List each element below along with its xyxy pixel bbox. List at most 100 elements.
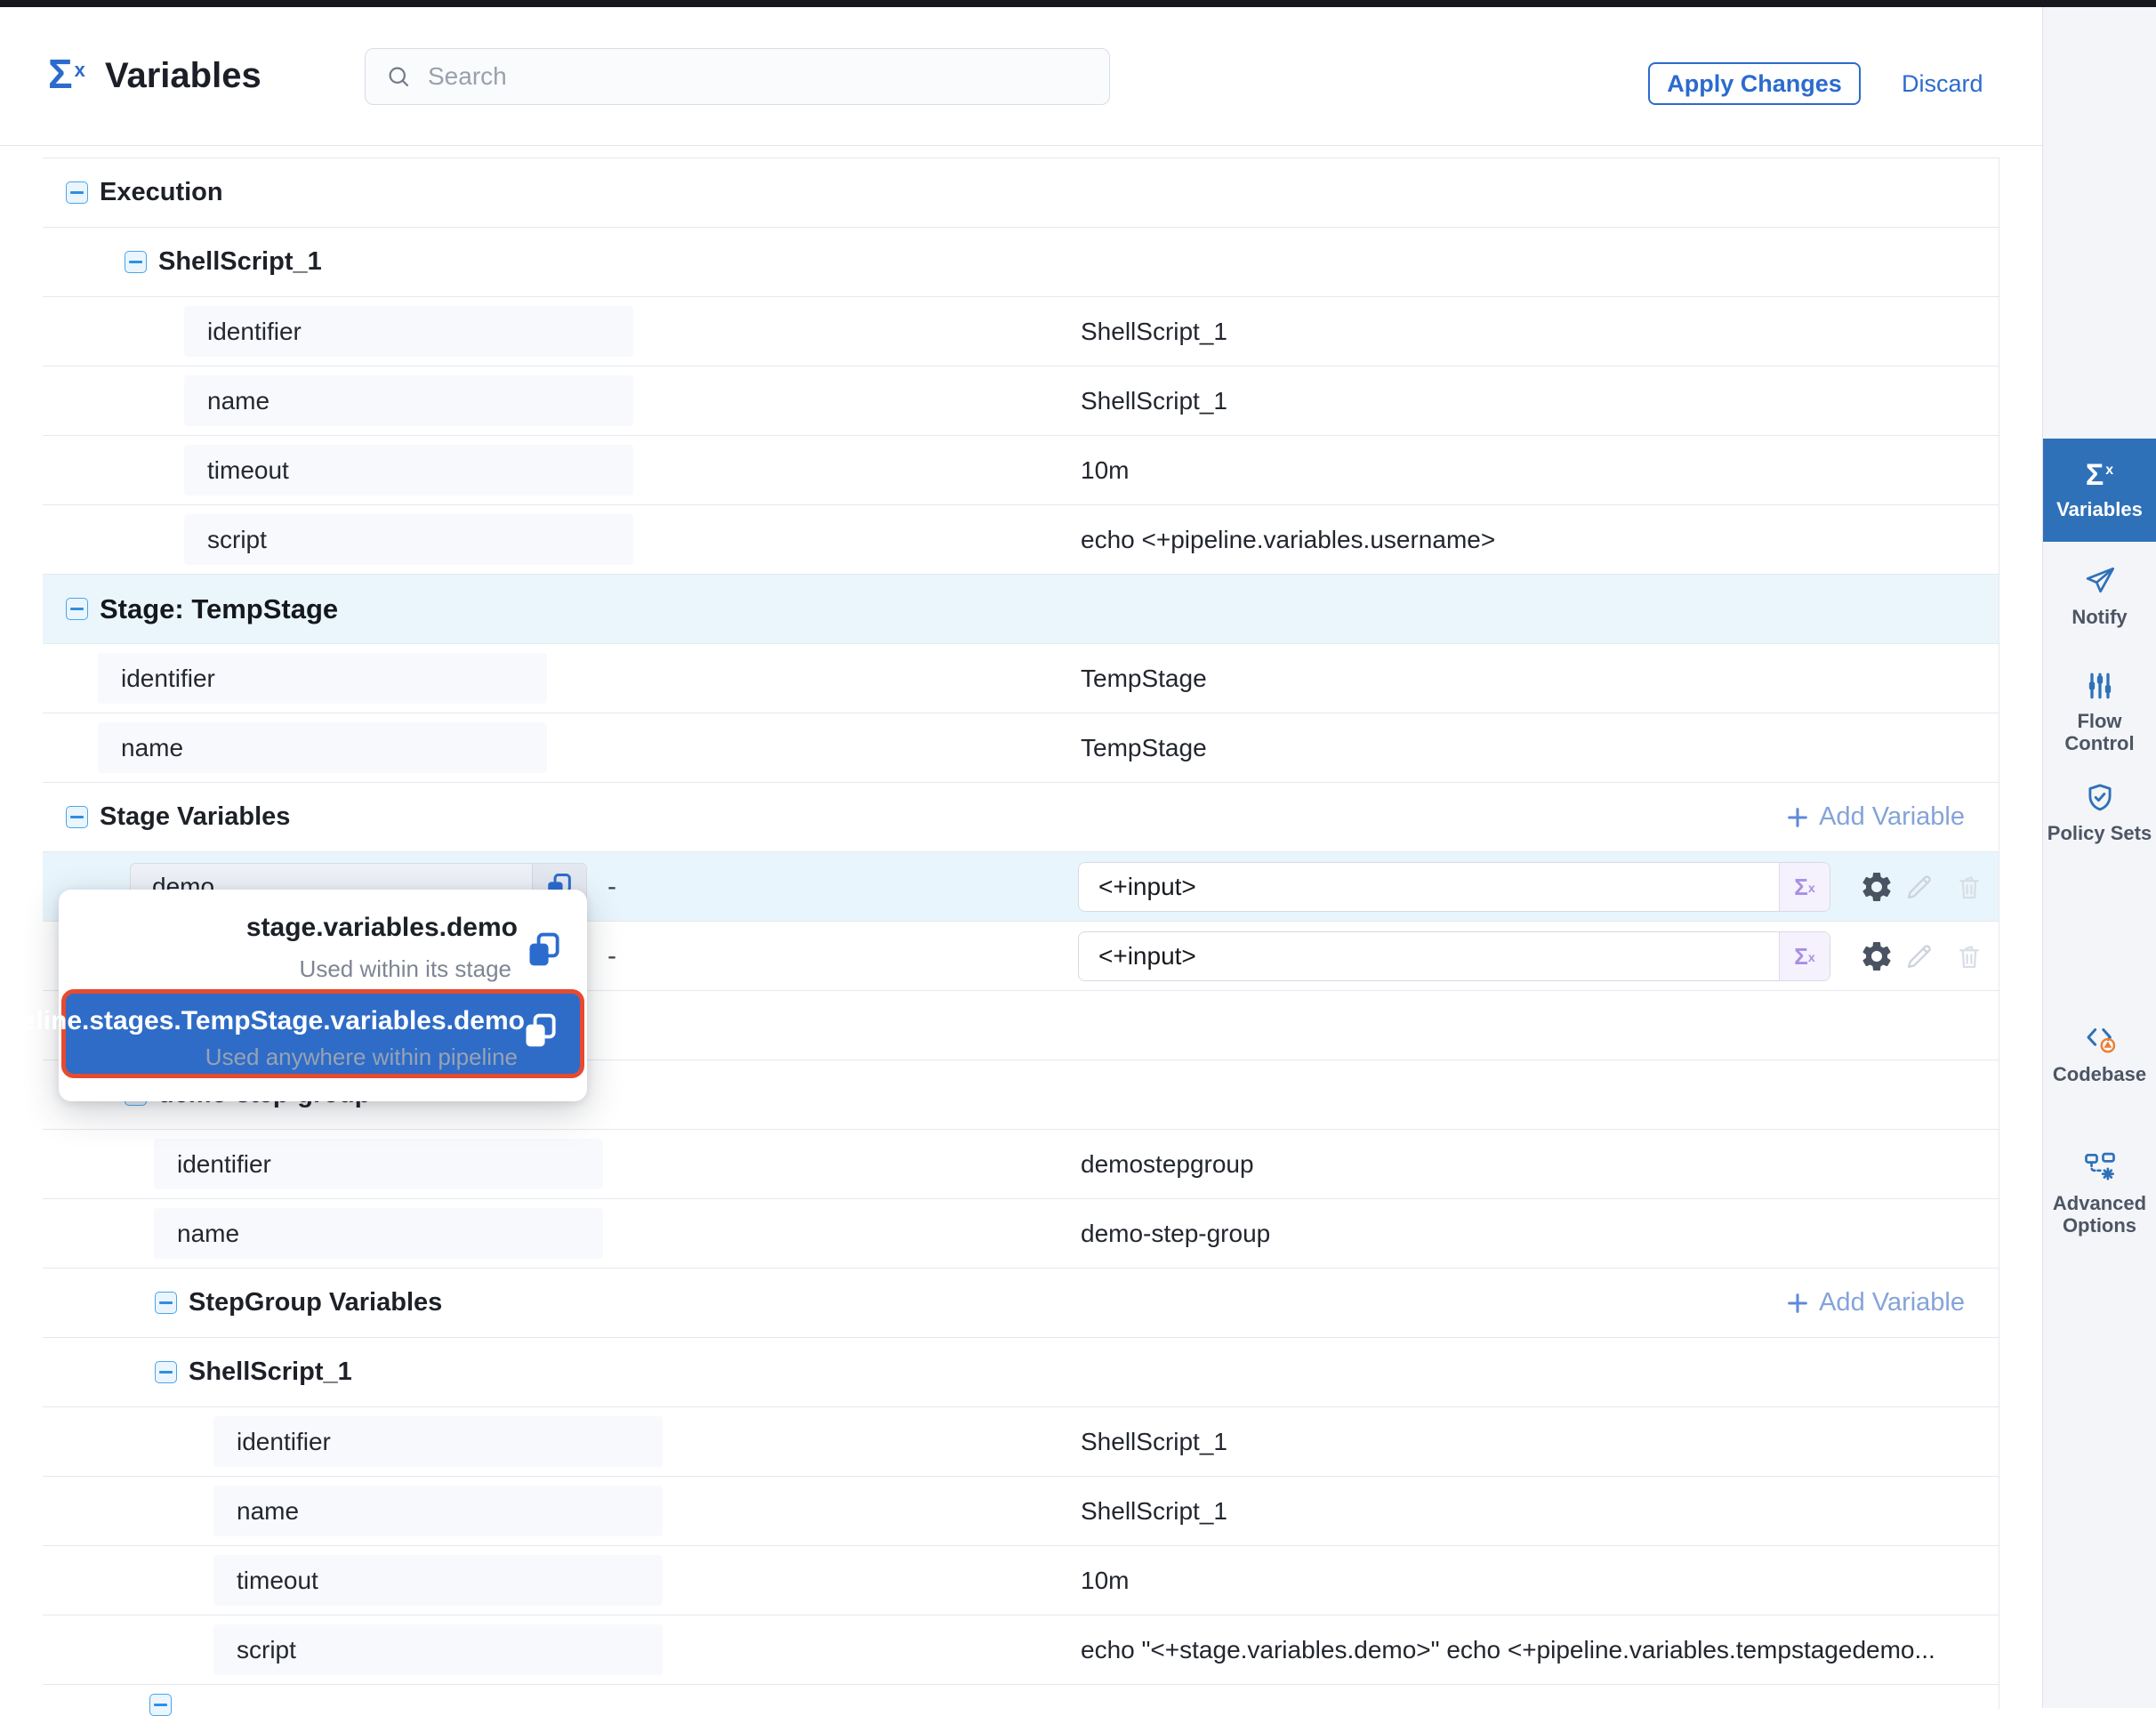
property-value: echo "<+stage.variables.demo>" echo <+pi… [1081, 1615, 1935, 1684]
edit-pencil-icon[interactable] [1903, 939, 1936, 973]
shield-check-icon [2084, 782, 2116, 814]
property-name-pill: name [98, 722, 547, 773]
required-dash: - [607, 852, 616, 921]
property-row: identifier TempStage [43, 644, 1999, 713]
property-row: script echo <+pipeline.variables.username… [43, 505, 1999, 575]
sigma-icon: Σx [2086, 460, 2113, 490]
sidebar-item-variables[interactable]: ΣxVariables [2043, 439, 2156, 542]
property-name: identifier [121, 665, 215, 693]
collapse-minus-icon[interactable] [66, 806, 88, 828]
popup-option-scope-hint: Used anywhere within pipeline [205, 1043, 518, 1071]
apply-changes-button[interactable]: Apply Changes [1648, 62, 1861, 105]
property-name-pill: identifier [154, 1139, 603, 1189]
sidebar-item-policy-sets[interactable]: Policy Sets [2043, 782, 2156, 844]
property-value: ShellScript_1 [1081, 1407, 1227, 1476]
variables-sigma-logo-icon: Σx [48, 53, 85, 94]
collapse-minus-icon[interactable] [155, 1292, 177, 1314]
property-value: ShellScript_1 [1081, 297, 1227, 366]
property-value: TempStage [1081, 644, 1207, 713]
variable-value-text: <+input> [1098, 873, 1196, 901]
plus-icon [1785, 805, 1810, 830]
property-value: 10m [1081, 436, 1129, 504]
property-name: script [237, 1636, 296, 1664]
variable-value-input[interactable]: <+input> Σx [1078, 862, 1830, 912]
sidebar-item-label: Flow Control [2043, 710, 2156, 755]
property-row: script echo "<+stage.variables.demo>" ech… [43, 1615, 1999, 1685]
edit-pencil-icon[interactable] [1903, 870, 1936, 904]
property-name: name [177, 1220, 239, 1248]
stage-title: Stage: TempStage [100, 575, 338, 643]
right-sidebar: ΣxVariables Notify Flow Control Policy Sets… [2042, 7, 2156, 1708]
popup-option-expression: stage.variables.demo [246, 913, 518, 943]
property-name: timeout [207, 456, 289, 485]
property-value: demostepgroup [1081, 1130, 1254, 1198]
variables-group-header-row: StepGroup VariablesAdd Variable [43, 1269, 1999, 1338]
expression-sigma-button[interactable]: Σx [1779, 863, 1830, 911]
property-row: identifier ShellScript_1 [43, 297, 1999, 367]
property-name-pill: timeout [213, 1555, 663, 1606]
section-label: Execution [100, 158, 223, 227]
variable-value-input[interactable]: <+input>Σx [1078, 931, 1830, 981]
property-name-pill: identifier [98, 653, 547, 704]
section-label: ShellScript_1 [189, 1338, 352, 1406]
search-input[interactable] [412, 62, 1109, 91]
sidebar-item-codebase[interactable]: Codebase [2043, 1021, 2156, 1085]
property-value: ShellScript_1 [1081, 367, 1227, 435]
settings-gear-icon[interactable] [1859, 939, 1895, 974]
flow-gear-icon [2083, 1150, 2117, 1184]
copy-icon[interactable] [525, 931, 564, 970]
sidebar-item-flow-control[interactable]: Flow Control [2043, 670, 2156, 755]
variable-reference-popup: stage.variables.demo Used within its sta… [59, 890, 587, 1101]
stage-header-row: Stage: TempStage [43, 575, 1999, 644]
property-name: name [121, 734, 183, 762]
property-name: name [207, 387, 270, 415]
property-value: demo-step-group [1081, 1199, 1270, 1268]
section-label: ShellScript_1 [158, 228, 322, 296]
sidebar-item-notify[interactable]: Notify [2043, 566, 2156, 628]
popup-option-expression: pipeline.stages.TempStage.variables.demo [0, 1006, 525, 1036]
property-value: 10m [1081, 1546, 1129, 1615]
property-name: timeout [237, 1567, 318, 1595]
popup-option-pipeline-scope-selected[interactable]: pipeline.stages.TempStage.variables.demo… [61, 989, 584, 1078]
property-row: name TempStage [43, 713, 1999, 783]
property-row: timeout 10m [43, 436, 1999, 505]
code-warning-icon [2083, 1021, 2117, 1055]
collapse-minus-icon[interactable] [66, 598, 88, 620]
variables-group-label: Stage Variables [100, 783, 290, 851]
collapse-minus-icon[interactable] [155, 1361, 177, 1383]
property-name-pill: script [184, 514, 633, 565]
tree-section-row: ShellScript_1 [43, 1338, 1999, 1407]
expression-sigma-button[interactable]: Σx [1779, 932, 1830, 980]
sidebar-item-advanced-options[interactable]: Advanced Options [2043, 1150, 2156, 1237]
sidebar-item-label: Advanced Options [2043, 1192, 2156, 1237]
collapse-minus-icon[interactable] [66, 181, 88, 204]
property-name: identifier [177, 1150, 271, 1179]
settings-gear-icon[interactable] [1859, 869, 1895, 905]
property-row: timeout 10m [43, 1546, 1999, 1615]
add-variable-button[interactable]: Add Variable [1780, 1269, 1970, 1337]
variables-group-header-row: Stage Variables Add Variable [43, 783, 1999, 852]
discard-button[interactable]: Discard [1893, 62, 1992, 105]
property-name-pill: identifier [213, 1416, 663, 1467]
copy-icon[interactable] [521, 1011, 560, 1051]
delete-trash-icon[interactable] [1953, 940, 1985, 972]
collapse-minus-icon[interactable] [125, 251, 147, 273]
search-icon [385, 63, 412, 90]
property-value: echo <+pipeline.variables.username> [1081, 505, 1495, 574]
property-name-pill: timeout [184, 445, 633, 495]
delete-trash-icon[interactable] [1953, 871, 1985, 903]
property-name-pill: name [154, 1208, 603, 1259]
collapse-minus-icon[interactable] [149, 1694, 172, 1716]
property-name: identifier [207, 318, 302, 346]
sidebar-item-label: Policy Sets [2047, 822, 2152, 844]
sidebar-item-label: Codebase [2053, 1063, 2146, 1085]
add-variable-button[interactable]: Add Variable [1780, 783, 1970, 851]
plus-icon [1785, 1291, 1810, 1316]
popup-option-stage-scope[interactable]: stage.variables.demo Used within its sta… [59, 890, 587, 991]
property-name: identifier [237, 1428, 331, 1456]
property-value: TempStage [1081, 713, 1207, 782]
property-name: script [207, 526, 267, 554]
property-row: identifier demostepgroup [43, 1130, 1999, 1199]
search-box[interactable] [365, 48, 1110, 105]
send-icon [2084, 566, 2116, 598]
